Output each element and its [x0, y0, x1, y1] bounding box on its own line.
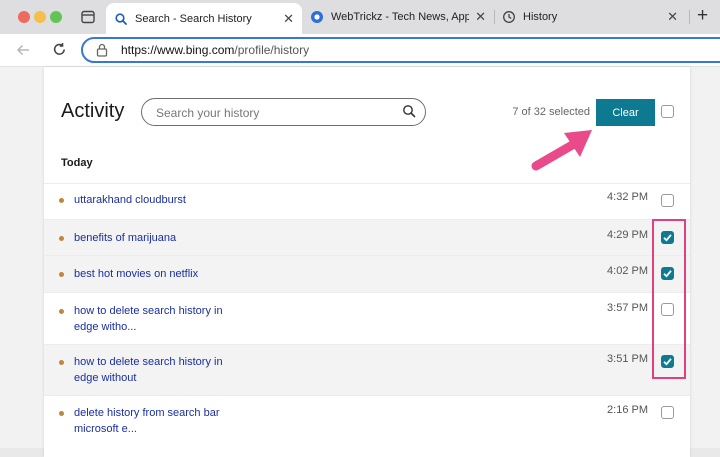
page-title: Activity — [61, 100, 125, 122]
history-query-link[interactable]: uttarakhand cloudburst — [74, 192, 374, 208]
arrow-annotation — [531, 130, 592, 171]
history-row[interactable]: benefits of marijuana 4:29 PM — [44, 219, 690, 255]
new-tab-button[interactable]: + — [697, 5, 708, 27]
history-row[interactable]: how to delete search history in edge wit… — [44, 292, 690, 344]
tab-title: Search - Search History — [135, 12, 252, 25]
tab-webtrickz[interactable]: WebTrickz - Tech News, Apps, … ✕ — [302, 4, 494, 30]
section-heading-today: Today — [61, 157, 93, 169]
history-query-link[interactable]: delete history from search bar microsoft… — [74, 405, 234, 437]
close-tab-icon[interactable]: ✕ — [667, 9, 678, 25]
history-row[interactable]: how to delete search history in edge wit… — [44, 344, 690, 395]
bullet-dot — [59, 309, 64, 314]
history-query-link[interactable]: benefits of marijuana — [74, 230, 374, 246]
url-host: https://www.bing.com — [121, 43, 235, 57]
bullet-dot — [59, 411, 64, 416]
history-time: 4:32 PM — [607, 191, 648, 203]
clear-button[interactable]: Clear — [596, 99, 655, 126]
checkbox-highlight-box — [652, 219, 686, 379]
minimize-window-button[interactable] — [34, 11, 46, 23]
history-time: 3:57 PM — [607, 302, 648, 314]
history-row[interactable]: delete history from search bar microsoft… — [44, 395, 690, 448]
webtrickz-favicon — [311, 11, 323, 23]
history-icon — [503, 11, 515, 23]
browser-toolbar: https://www.bing.com/profile/history — [0, 34, 720, 67]
row-checkbox[interactable] — [661, 194, 674, 207]
history-query-link[interactable]: how to delete search history in edge wit… — [74, 354, 234, 386]
url-path: /profile/history — [234, 43, 310, 57]
tab-separator — [689, 10, 690, 24]
history-time: 3:51 PM — [607, 353, 648, 365]
row-checkbox[interactable] — [661, 406, 674, 419]
history-query-link[interactable]: best hot movies on netflix — [74, 266, 374, 282]
close-tab-icon[interactable]: ✕ — [475, 9, 486, 25]
tab-search-history[interactable]: Search - Search History ✕ — [106, 3, 302, 34]
bullet-dot — [59, 272, 64, 277]
history-search-box[interactable] — [141, 98, 426, 126]
select-all-checkbox[interactable] — [661, 105, 674, 118]
search-input[interactable] — [154, 103, 398, 123]
tab-title: WebTrickz - Tech News, Apps, … — [331, 11, 470, 23]
address-bar[interactable]: https://www.bing.com/profile/history — [81, 37, 720, 63]
sidebar-toggle-icon[interactable] — [81, 10, 95, 24]
search-icon[interactable] — [402, 104, 416, 118]
bullet-dot — [59, 360, 64, 365]
selection-count: 7 of 32 selected — [512, 106, 590, 118]
history-time: 2:16 PM — [607, 404, 648, 416]
history-row[interactable]: best hot movies on netflix 4:02 PM — [44, 255, 690, 292]
bullet-dot — [59, 198, 64, 203]
tab-history[interactable]: History ✕ — [494, 4, 686, 30]
history-time: 4:02 PM — [607, 265, 648, 277]
search-icon — [115, 12, 127, 25]
address-url: https://www.bing.com/profile/history — [121, 43, 309, 57]
zoom-window-button[interactable] — [50, 11, 62, 23]
back-arrow-icon[interactable] — [16, 43, 30, 57]
history-row[interactable]: uttarakhand cloudburst 4:32 PM — [44, 183, 690, 219]
bullet-dot — [59, 236, 64, 241]
history-time: 4:29 PM — [607, 229, 648, 241]
history-query-link[interactable]: how to delete search history in edge wit… — [74, 303, 234, 335]
lock-icon[interactable] — [96, 43, 108, 57]
reload-icon[interactable] — [52, 42, 67, 57]
close-window-button[interactable] — [18, 11, 30, 23]
close-tab-icon[interactable]: ✕ — [283, 11, 294, 27]
tab-strip: Search - Search History ✕ WebTrickz - Te… — [0, 0, 720, 34]
tab-title: History — [523, 11, 558, 23]
